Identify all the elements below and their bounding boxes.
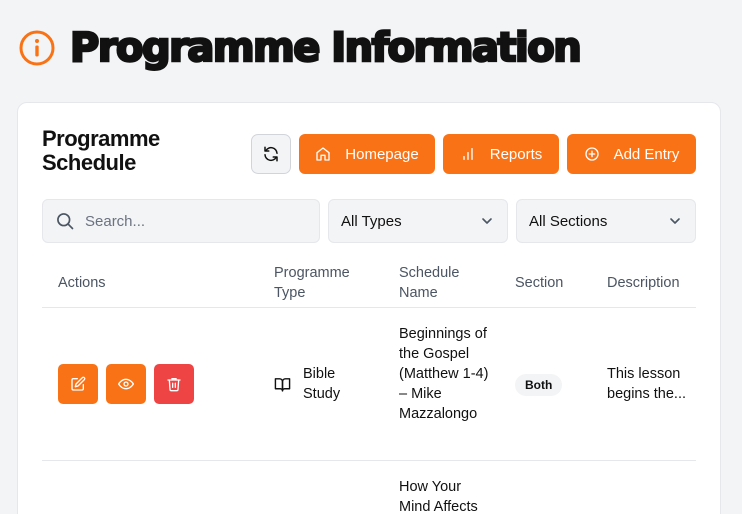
chevron-down-icon [670, 218, 680, 224]
schedule-name-cell: How Your Mind Affects [399, 479, 478, 514]
section-filter-select[interactable]: All Sections [516, 199, 696, 243]
bar-chart-icon [463, 148, 473, 160]
search-box [42, 199, 320, 243]
row-divider [42, 460, 696, 461]
edit-icon [71, 376, 86, 391]
description-cell: This lesson begins the... [607, 366, 686, 402]
page-header: Programme Information [18, 22, 583, 74]
add-entry-button[interactable]: Add Entry [567, 134, 696, 174]
reports-button-label: Reports [489, 145, 543, 163]
reports-button[interactable]: Reports [443, 134, 559, 174]
section-filter-value: All Sections [529, 212, 608, 230]
refresh-icon [264, 146, 278, 162]
view-button[interactable] [106, 364, 146, 404]
column-header-description[interactable]: Description [607, 273, 680, 293]
homepage-button[interactable]: Homepage [299, 134, 435, 174]
trash-icon [167, 378, 181, 392]
type-filter-value: All Types [341, 212, 402, 230]
info-icon [19, 30, 55, 66]
plus-circle-icon [584, 147, 599, 161]
column-header-section[interactable]: Section [515, 273, 563, 293]
column-header-programme-type[interactable]: Programme Type [274, 263, 364, 303]
column-header-schedule-name[interactable]: Schedule Name [399, 263, 469, 303]
programme-type-text: Bible Study [303, 366, 341, 402]
search-input[interactable] [85, 212, 295, 230]
section-badge: Both [515, 374, 563, 396]
eye-icon [118, 378, 134, 390]
delete-button[interactable] [154, 364, 194, 404]
type-filter-select[interactable]: All Types [328, 199, 508, 243]
add-entry-button-label: Add Entry [613, 145, 680, 163]
programme-type-cell: Bible Study [274, 364, 363, 404]
page-title: Programme Information [69, 24, 583, 73]
schedule-name-cell: Beginnings of the Gospel (Matthew 1-4) –… [399, 326, 489, 422]
column-header-actions[interactable]: Actions [58, 273, 106, 293]
refresh-button[interactable] [251, 134, 291, 174]
header-divider [42, 307, 696, 308]
card-title: Programme Schedule [42, 126, 160, 175]
home-icon [316, 147, 330, 161]
chevron-down-icon [482, 218, 492, 224]
edit-button[interactable] [58, 364, 98, 404]
schedule-card: Programme Schedule Homepage Reports Add … [17, 102, 721, 514]
search-icon [57, 213, 74, 230]
homepage-button-label: Homepage [345, 145, 419, 163]
book-icon [274, 378, 291, 392]
